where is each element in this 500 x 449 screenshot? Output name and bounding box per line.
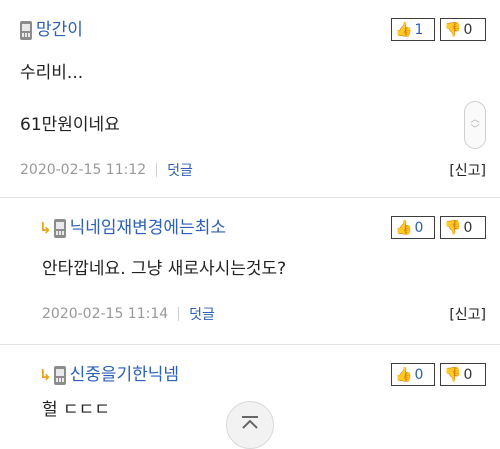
thumbs-up-icon: 👍 — [395, 366, 413, 383]
comment-header: 망간이 👍 1 👎 0 — [20, 17, 486, 43]
author-name[interactable]: 신중을기한닉넴 — [70, 362, 179, 388]
upvote-count: 0 — [414, 366, 424, 383]
reply-link[interactable]: 덧글 — [189, 304, 215, 324]
thumbs-down-icon: 👎 — [444, 21, 462, 38]
downvote-button[interactable]: 👎 0 — [440, 216, 486, 239]
chevron-up-icon: ︿ — [470, 115, 480, 125]
mobile-phone-icon — [53, 365, 66, 385]
vote-buttons: 👍 0 👎 0 — [391, 363, 486, 386]
comment-text-line: 헐 ㄷㄷㄷ — [42, 400, 110, 420]
upvote-button[interactable]: 👍 1 — [391, 18, 435, 41]
comment-item: 망간이 👍 1 👎 0 수리비... 61만원이네요 2020-02-15 11… — [0, 0, 500, 198]
comment-header: ↳ 신중을기한닉넴 👍 0 👎 0 — [20, 362, 486, 388]
reply-arrow-icon: ↳ — [39, 219, 52, 237]
report-link[interactable]: [신고] — [449, 304, 486, 324]
downvote-count: 0 — [463, 366, 473, 383]
comment-author[interactable]: ↳ 신중을기한닉넴 — [39, 362, 179, 388]
thumbs-up-icon: 👍 — [395, 219, 413, 236]
divider — [156, 163, 158, 177]
report-link[interactable]: [신고] — [449, 160, 486, 180]
vote-buttons: 👍 0 👎 0 — [391, 216, 486, 239]
timestamp: 2020-02-15 11:14 — [42, 306, 169, 322]
comment-meta: 2020-02-15 11:14 덧글 — [42, 304, 215, 324]
chevron-down-icon: ﹀ — [470, 125, 480, 135]
scroll-handle[interactable]: ︿ ﹀ — [464, 101, 486, 149]
comment-item: ↳ 닉네임재변경에는최소 👍 0 👎 0 안타깝네요. 그냥 새로사시는것도? … — [0, 198, 500, 345]
divider — [178, 307, 180, 321]
upvote-button[interactable]: 👍 0 — [391, 363, 435, 386]
thumbs-up-icon: 👍 — [395, 21, 413, 38]
mobile-phone-icon — [20, 20, 32, 40]
vote-buttons: 👍 1 👎 0 — [391, 18, 486, 41]
comment-author[interactable]: ↳ 닉네임재변경에는최소 — [39, 215, 226, 241]
timestamp: 2020-02-15 11:12 — [20, 162, 147, 178]
upvote-count: 1 — [414, 21, 424, 38]
comment-author[interactable]: 망간이 — [20, 17, 83, 43]
downvote-button[interactable]: 👎 0 — [440, 363, 486, 386]
author-name[interactable]: 망간이 — [36, 17, 83, 43]
comment-text-line: 안타깝네요. 그냥 새로사시는것도? — [42, 259, 287, 279]
comment-text-line: 61만원이네요 — [20, 115, 120, 135]
author-name[interactable]: 닉네임재변경에는최소 — [70, 215, 226, 241]
reply-link[interactable]: 덧글 — [167, 160, 193, 180]
comment-meta: 2020-02-15 11:12 덧글 — [20, 160, 193, 180]
upvote-button[interactable]: 👍 0 — [391, 216, 435, 239]
chevron-up-icon — [242, 416, 258, 429]
mobile-phone-icon — [53, 218, 66, 238]
reply-arrow-icon: ↳ — [39, 366, 52, 384]
comment-text-line: 수리비... — [20, 63, 84, 83]
thumbs-down-icon: 👎 — [444, 219, 462, 236]
downvote-button[interactable]: 👎 0 — [440, 18, 486, 41]
downvote-count: 0 — [463, 21, 473, 38]
comment-header: ↳ 닉네임재변경에는최소 👍 0 👎 0 — [20, 215, 486, 241]
scroll-to-top-button[interactable] — [226, 401, 274, 449]
upvote-count: 0 — [414, 219, 424, 236]
thumbs-down-icon: 👎 — [444, 366, 462, 383]
downvote-count: 0 — [463, 219, 473, 236]
